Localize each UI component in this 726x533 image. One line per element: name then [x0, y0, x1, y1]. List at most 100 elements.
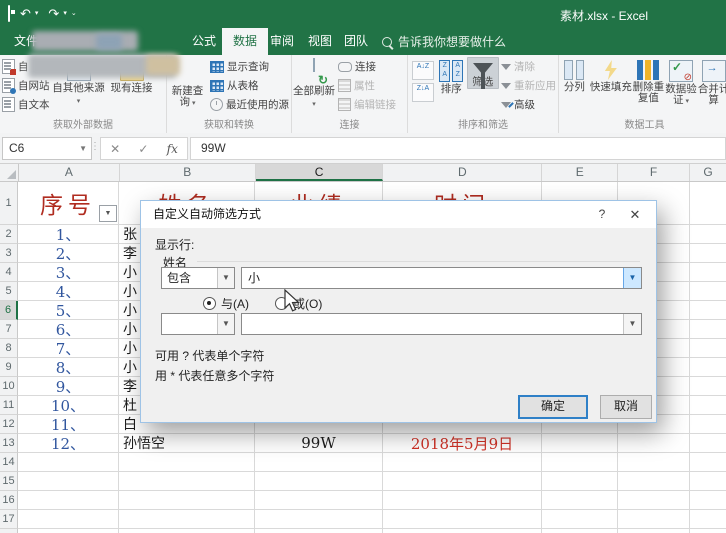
operator2-combobox[interactable]: ▼	[161, 313, 235, 335]
column-header-G[interactable]: G	[690, 164, 726, 181]
cell-g6[interactable]	[690, 301, 726, 320]
dialog-close-button[interactable]: ✕	[624, 201, 646, 228]
connections-button[interactable]: 连接	[338, 58, 396, 75]
tab-公式[interactable]: 公式	[186, 28, 222, 55]
cell-a12[interactable]: 11、	[18, 415, 119, 434]
cell-d16[interactable]	[383, 491, 542, 510]
cell-g2[interactable]	[690, 225, 726, 244]
cell-e15[interactable]	[542, 472, 618, 491]
cell-g8[interactable]	[690, 339, 726, 358]
row-header-1[interactable]: 1	[0, 182, 18, 225]
cell-c15[interactable]	[255, 472, 383, 491]
recent-sources-button[interactable]: 最近使用的源	[210, 96, 289, 113]
cell-d13[interactable]: 2018年5月9日	[383, 434, 542, 453]
data-validation-button[interactable]: 数据验证	[665, 57, 698, 107]
cell-a3[interactable]: 2、	[18, 244, 119, 263]
cell-c17[interactable]	[255, 510, 383, 529]
value2-dropdown-icon[interactable]: ▼	[623, 314, 641, 334]
cell-a4[interactable]: 3、	[18, 263, 119, 282]
row-header-16[interactable]: 16	[0, 491, 18, 510]
show-queries-button[interactable]: 显示查询	[210, 58, 289, 75]
combobox-dropdown-icon[interactable]: ▼	[217, 268, 234, 288]
cell-g5[interactable]	[690, 282, 726, 301]
cell-e17[interactable]	[542, 510, 618, 529]
insert-function-icon[interactable]: fx	[167, 142, 178, 156]
cell-d14[interactable]	[383, 453, 542, 472]
name-box[interactable]: C6▼	[2, 137, 92, 160]
row-header-14[interactable]: 14	[0, 453, 18, 472]
column-header-C[interactable]: C	[256, 164, 384, 181]
cell-g17[interactable]	[690, 510, 726, 529]
dialog-title-bar[interactable]: 自定义自动筛选方式 ? ✕	[141, 201, 656, 228]
cell-a10[interactable]: 9、	[18, 377, 119, 396]
row-header-17[interactable]: 17	[0, 510, 18, 529]
row-header-2[interactable]: 2	[0, 225, 18, 244]
value1-combobox[interactable]: 小 ▼	[241, 267, 642, 289]
ok-button[interactable]: 确定	[518, 395, 588, 419]
redo-dropdown-icon[interactable]: ▾	[63, 3, 67, 25]
operator1-combobox[interactable]: 包含 ▼	[161, 267, 235, 289]
cell-g18[interactable]	[690, 529, 726, 533]
sort-button[interactable]: ZAAZ 排序	[436, 57, 467, 95]
tab-团队[interactable]: 团队	[336, 28, 376, 55]
cancel-button[interactable]: 取消	[600, 395, 652, 419]
row-header-5[interactable]: 5	[0, 282, 18, 301]
tell-me-search[interactable]: 告诉我你想要做什么	[382, 28, 506, 55]
column-header-A[interactable]: A	[19, 164, 120, 181]
cell-b15[interactable]	[119, 472, 255, 491]
row-header-3[interactable]: 3	[0, 244, 18, 263]
from-text-button[interactable]: 自文本	[2, 96, 50, 113]
value1-dropdown-icon[interactable]: ▼	[623, 268, 641, 288]
refresh-all-button[interactable]: ↻ 全部刷新	[292, 57, 336, 110]
formula-input[interactable]: 99W	[190, 137, 726, 160]
select-all-corner[interactable]	[0, 164, 19, 181]
cell-a9[interactable]: 8、	[18, 358, 119, 377]
cell-f16[interactable]	[618, 491, 690, 510]
cell-f17[interactable]	[618, 510, 690, 529]
filter-button[interactable]: 筛选	[467, 57, 500, 89]
cell-d15[interactable]	[383, 472, 542, 491]
column-header-F[interactable]: F	[618, 164, 690, 181]
cell-b14[interactable]	[119, 453, 255, 472]
column-header-B[interactable]: B	[120, 164, 256, 181]
cell-g3[interactable]	[690, 244, 726, 263]
cell-g7[interactable]	[690, 320, 726, 339]
cell-b13[interactable]: 孙悟空	[119, 434, 255, 453]
cell-a15[interactable]	[18, 472, 119, 491]
cell-a11[interactable]: 10、	[18, 396, 119, 415]
column-headers[interactable]: ABCDEFG	[0, 164, 726, 182]
cell-b16[interactable]	[119, 491, 255, 510]
row-header-18[interactable]: 18	[0, 529, 18, 533]
row-header-12[interactable]: 12	[0, 415, 18, 434]
dialog-help-button[interactable]: ?	[592, 201, 612, 228]
cell-c13[interactable]: 99W	[255, 434, 383, 453]
row-header-9[interactable]: 9	[0, 358, 18, 377]
row-header-11[interactable]: 11	[0, 396, 18, 415]
enter-entry-icon[interactable]: ✓	[138, 142, 148, 156]
cell-g13[interactable]	[690, 434, 726, 453]
cell-b18[interactable]	[119, 529, 255, 533]
combobox-dropdown-icon[interactable]: ▼	[217, 314, 234, 334]
cell-e18[interactable]	[542, 529, 618, 533]
cell-a16[interactable]	[18, 491, 119, 510]
cell-g4[interactable]	[690, 263, 726, 282]
autofilter-dropdown-button[interactable]: ▼	[99, 205, 117, 222]
cell-e13[interactable]	[542, 434, 618, 453]
cell-d17[interactable]	[383, 510, 542, 529]
cell-g15[interactable]	[690, 472, 726, 491]
cell-a7[interactable]: 6、	[18, 320, 119, 339]
cell-g14[interactable]	[690, 453, 726, 472]
cell-g11[interactable]	[690, 396, 726, 415]
cell-a14[interactable]	[18, 453, 119, 472]
cell-a13[interactable]: 12、	[18, 434, 119, 453]
cell-c18[interactable]	[255, 529, 383, 533]
consolidate-button[interactable]: 合并计算	[697, 57, 726, 106]
remove-duplicates-button[interactable]: 删除重复值	[632, 57, 665, 104]
cancel-entry-icon[interactable]: ✕	[110, 142, 120, 156]
tab-审阅[interactable]: 审阅	[262, 28, 302, 55]
value2-combobox[interactable]: ▼	[241, 313, 642, 335]
cell-g16[interactable]	[690, 491, 726, 510]
save-button[interactable]	[8, 3, 10, 25]
undo-button[interactable]: ↶	[20, 3, 31, 25]
cell-c14[interactable]	[255, 453, 383, 472]
